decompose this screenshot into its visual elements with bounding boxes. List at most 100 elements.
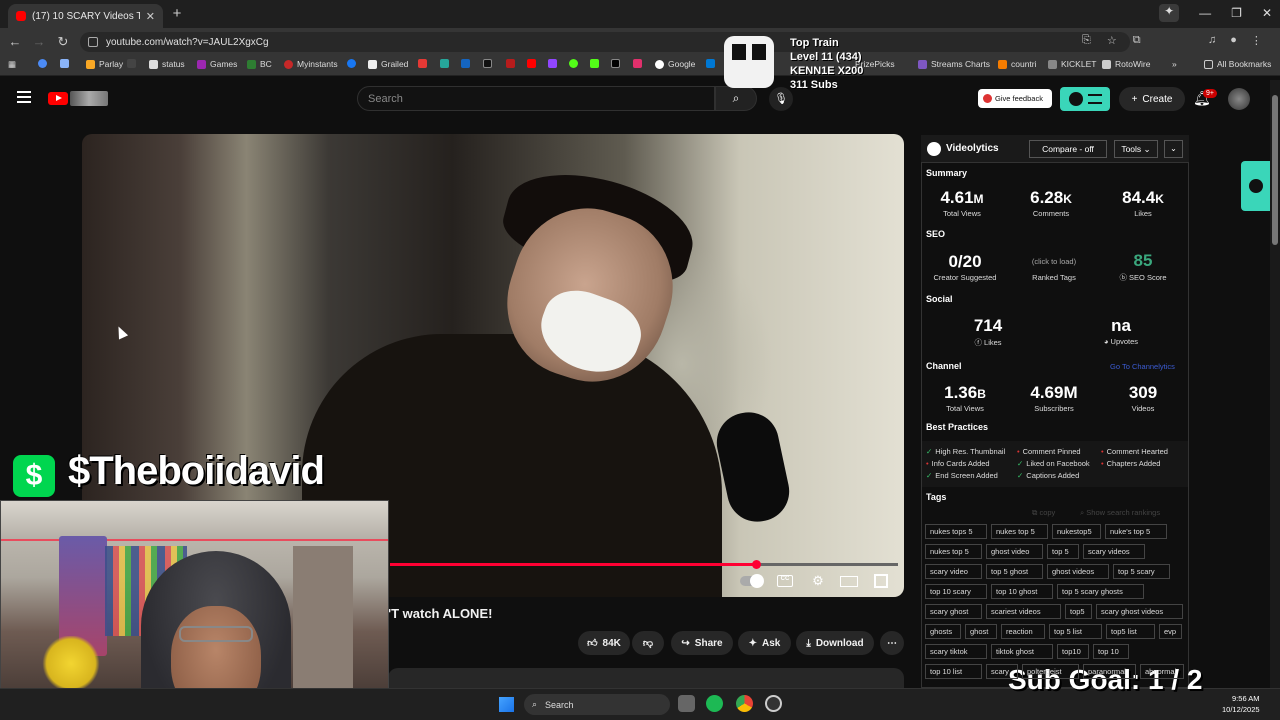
videolytics-toggle-button[interactable] [1060, 87, 1110, 111]
tag-chip[interactable]: nukestop5 [1052, 524, 1101, 539]
videolytics-side-tab[interactable] [1241, 161, 1271, 211]
extension-sparkle-icon[interactable]: ✦ [1159, 4, 1180, 22]
back-button[interactable]: ← [6, 34, 24, 49]
bookmark-tab[interactable] [60, 59, 73, 68]
tools-dropdown[interactable]: Tools ⌄ [1114, 140, 1158, 158]
taskbar-search[interactable]: ⌕ Search [524, 694, 670, 715]
tag-chip[interactable]: ghost video [986, 544, 1043, 559]
tag-chip[interactable]: ghost videos [1047, 564, 1109, 579]
bookmark-icon-a[interactable] [418, 59, 431, 68]
tag-chip[interactable]: scary [986, 664, 1018, 679]
tag-chip[interactable]: scary video [925, 564, 982, 579]
youtube-logo-icon[interactable] [48, 92, 68, 105]
tag-chip[interactable]: scary ghost [925, 604, 982, 619]
tag-chip[interactable]: top 10 [1093, 644, 1129, 659]
tag-chip[interactable]: nuke's top 5 [1105, 524, 1167, 539]
bookmark-icon-e[interactable] [506, 59, 519, 68]
show-search-rankings-button[interactable]: ⌕ Show search rankings [1080, 508, 1160, 518]
channelytics-link[interactable]: Go To Channelytics [1110, 362, 1175, 371]
tag-chip[interactable]: scary tiktok [925, 644, 987, 659]
tag-chip[interactable]: scary videos [1083, 544, 1145, 559]
bookmark-instagram[interactable] [633, 59, 646, 68]
obs-icon[interactable] [765, 695, 782, 712]
tag-chip[interactable]: top10 [1057, 644, 1089, 659]
menu-kebab-icon[interactable]: ⋮ [1251, 34, 1262, 47]
ranked-tags-stat[interactable]: (click to load) Ranked Tags [1014, 256, 1094, 282]
more-actions-button[interactable]: ⋯ [880, 631, 904, 655]
tag-chip[interactable]: poltergeist [1022, 664, 1079, 679]
give-feedback-button[interactable]: Give feedback [978, 89, 1052, 108]
tag-chip[interactable]: scariest videos [986, 604, 1061, 619]
tag-chip[interactable]: nukes tops 5 [925, 524, 987, 539]
bookmark-x[interactable] [127, 59, 140, 68]
tag-chip[interactable]: top 5 scary ghosts [1057, 584, 1144, 599]
install-icon[interactable]: ⎘ [1082, 34, 1091, 47]
tag-chip[interactable]: top 5 scary [1113, 564, 1170, 579]
bookmark-bc[interactable]: BC [247, 59, 272, 69]
forward-button[interactable]: → [30, 34, 48, 49]
address-bar[interactable]: youtube.com/watch?v=JAUL2XgxCg [80, 32, 1130, 52]
bookmark-streams-charts[interactable]: Streams Charts [918, 59, 990, 69]
media-icon[interactable]: ♫ [1208, 34, 1216, 47]
bookmark-myinstants[interactable]: Myinstants [284, 59, 338, 69]
bookmark-google[interactable]: Google [655, 59, 695, 69]
captions-button[interactable]: CC [777, 575, 793, 587]
tag-chip[interactable]: scary ghost videos [1096, 604, 1183, 619]
bookmark-icon-c[interactable] [461, 59, 474, 68]
profile-icon[interactable]: ● [1230, 34, 1237, 47]
copy-tags-button[interactable]: ⧉ copy [1032, 508, 1055, 518]
bookmark-outlook[interactable] [706, 59, 719, 68]
close-window-button[interactable]: ✕ [1262, 6, 1272, 20]
compare-button[interactable]: Compare - off [1029, 140, 1107, 158]
tag-chip[interactable]: top 5 [1047, 544, 1079, 559]
bookmark-status[interactable]: status [149, 59, 185, 69]
tag-chip[interactable]: top 5 ghost [986, 564, 1043, 579]
bookmark-games[interactable]: Games [197, 59, 237, 69]
fullscreen-button[interactable] [874, 574, 888, 588]
youtube-doodle-logo[interactable] [70, 91, 108, 106]
dislike-button[interactable]: 👎︎ [632, 631, 664, 655]
bookmark-kicklet[interactable]: KICKLET [1048, 59, 1096, 69]
minimize-button[interactable]: — [1199, 6, 1211, 20]
tag-chip[interactable]: top5 list [1106, 624, 1155, 639]
hamburger-menu-icon[interactable] [17, 91, 31, 103]
tag-chip[interactable]: top 10 ghost [991, 584, 1053, 599]
tag-chip[interactable]: top 10 list [925, 664, 982, 679]
tag-chip[interactable]: tiktok ghost [991, 644, 1053, 659]
bookmark-countri[interactable]: countri [998, 59, 1037, 69]
settings-gear-icon[interactable]: ⚙ [808, 573, 828, 589]
download-button[interactable]: ⤓ Download [796, 631, 874, 655]
create-button[interactable]: + Create [1119, 87, 1185, 111]
tag-chip[interactable]: top5 [1065, 604, 1092, 619]
windows-start-icon[interactable] [499, 697, 514, 712]
reload-button[interactable]: ↻ [54, 34, 72, 50]
bookmark-youtube[interactable] [527, 59, 540, 68]
tag-chip[interactable]: top 10 scary [925, 584, 987, 599]
chrome-taskbar-icon[interactable] [736, 695, 753, 712]
collapse-chevron-icon[interactable]: ⌄ [1164, 140, 1183, 158]
bookmark-icon-b[interactable] [440, 59, 453, 68]
extensions-icon[interactable]: ⧉ [1133, 34, 1141, 47]
system-clock[interactable]: 9:56 AM 10/12/2025 [1222, 693, 1260, 715]
account-avatar[interactable] [1228, 88, 1250, 110]
bookmark-icon-d[interactable] [483, 59, 496, 68]
new-tab-button[interactable]: + [170, 5, 184, 23]
tag-chip[interactable]: top 5 list [1049, 624, 1102, 639]
search-button[interactable]: ⌕ [715, 86, 757, 111]
bookmark-facebook[interactable] [347, 59, 360, 68]
bookmarks-overflow-icon[interactable]: » [1172, 59, 1177, 69]
ask-button[interactable]: ✦ Ask [738, 631, 791, 655]
tag-chip[interactable]: abnormal [1140, 664, 1184, 679]
share-button[interactable]: ↪ Share [671, 631, 733, 655]
bookmark-grailed[interactable]: Grailed [368, 59, 408, 69]
spotify-icon[interactable] [706, 695, 723, 712]
tag-chip[interactable]: nukes top 5 [991, 524, 1048, 539]
browser-tab[interactable]: (17) 10 SCARY Videos To Give Y ✕ [8, 4, 163, 28]
like-button[interactable]: 👍︎ 84K [578, 631, 630, 655]
bookmark-kick[interactable] [590, 59, 603, 68]
tag-chip[interactable]: reaction [1001, 624, 1045, 639]
bookmark-parlay[interactable]: Parlay [86, 59, 123, 69]
site-info-icon[interactable] [88, 37, 98, 47]
apps-grid-icon[interactable]: ▦ [8, 59, 16, 70]
close-tab-icon[interactable]: ✕ [146, 10, 155, 23]
